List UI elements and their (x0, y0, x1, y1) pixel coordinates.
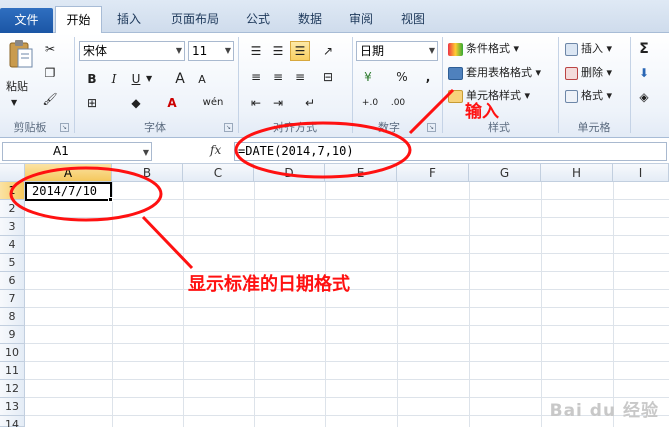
input-pointer-line (408, 88, 455, 135)
excel-window: 文件 开始 插入 页面布局 公式 数据 审阅 视图 粘贴 ▼ ✂ ❐ 🖌 剪贴板… (0, 0, 669, 427)
input-annotation: 输入 (465, 102, 499, 122)
watermark: Bai du 经验 (549, 401, 659, 421)
display-annotation: 显示标准的日期格式 (188, 274, 350, 295)
formula-highlight-ellipse (234, 121, 412, 179)
display-pointer-line (141, 215, 194, 270)
annotation-overlay (9, 88, 455, 270)
cell-highlight-ellipse (9, 166, 163, 222)
